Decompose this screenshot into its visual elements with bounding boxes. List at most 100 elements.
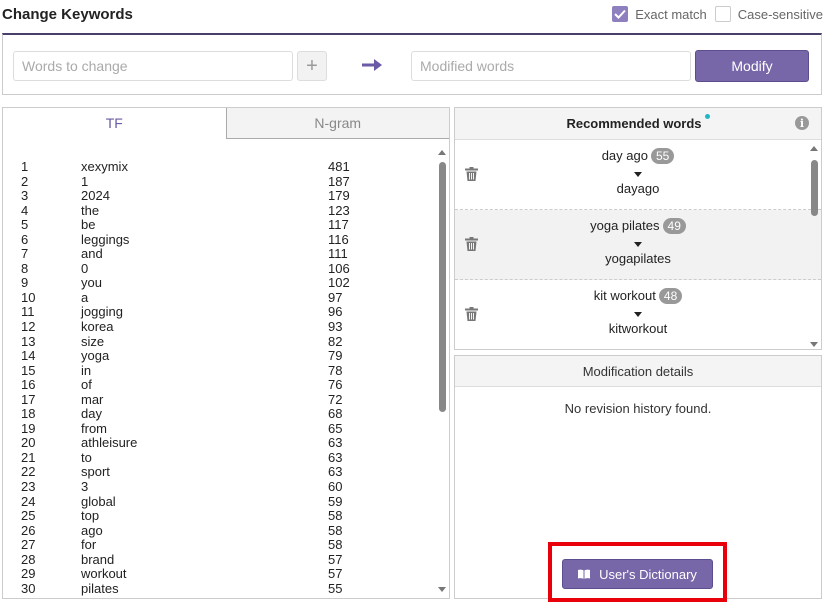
tf-row[interactable]: 25 top 58 bbox=[3, 509, 433, 524]
scroll-up-icon[interactable] bbox=[810, 146, 818, 151]
tf-row[interactable]: 10 a 97 bbox=[3, 290, 433, 306]
tf-rank: 23 bbox=[21, 479, 36, 495]
tf-word: top bbox=[81, 508, 100, 524]
tf-scrollbar[interactable] bbox=[437, 148, 447, 594]
tf-row[interactable]: 7 and 111 bbox=[3, 247, 433, 262]
tf-row[interactable]: 1 xexymix 481 bbox=[3, 160, 433, 175]
count-badge: 48 bbox=[658, 288, 683, 304]
recommended-item[interactable]: yoga pilates 49 yogapilates bbox=[455, 210, 821, 280]
scrollbar-thumb[interactable] bbox=[811, 160, 818, 216]
tf-word: brand bbox=[81, 551, 115, 567]
scroll-down-icon[interactable] bbox=[810, 342, 818, 347]
tf-count: 58 bbox=[328, 537, 343, 553]
tf-count: 102 bbox=[328, 275, 350, 291]
tab-ngram[interactable]: N-gram bbox=[225, 108, 449, 139]
tf-row[interactable]: 9 you 102 bbox=[3, 276, 433, 291]
tf-list: 1 xexymix 481 2 1 187 3 2024 179 4 the 123 5 be 117 6 le… bbox=[3, 160, 433, 596]
tf-row[interactable]: 2 1 187 bbox=[3, 173, 433, 190]
tf-count: 76 bbox=[328, 377, 343, 393]
recommended-words-panel: Recommended words i day ago 55 dayago yoga … bbox=[454, 107, 822, 350]
tf-count: 187 bbox=[328, 173, 350, 189]
tf-count: 481 bbox=[328, 159, 350, 174]
tf-row[interactable]: 11 jogging 96 bbox=[3, 305, 433, 320]
tf-row[interactable]: 19 from 65 bbox=[3, 420, 433, 437]
tf-word: from bbox=[81, 420, 107, 436]
tf-row[interactable]: 13 size 82 bbox=[3, 334, 433, 350]
recommended-item[interactable]: kit workout 48 kitworkout bbox=[455, 280, 821, 349]
tf-count: 57 bbox=[328, 551, 343, 567]
tf-row[interactable]: 30 pilates 55 bbox=[3, 581, 433, 597]
tf-row[interactable]: 23 3 60 bbox=[3, 480, 433, 495]
tf-row[interactable]: 17 mar 72 bbox=[3, 392, 433, 408]
tf-row[interactable]: 29 workout 57 bbox=[3, 567, 433, 582]
arrow-right-icon bbox=[362, 59, 382, 71]
tf-row[interactable]: 21 to 63 bbox=[3, 449, 433, 466]
tf-rank: 21 bbox=[21, 449, 36, 465]
tf-row[interactable]: 24 global 59 bbox=[3, 493, 433, 510]
case-sensitive-option[interactable]: Case-sensitive bbox=[714, 6, 823, 22]
tf-row[interactable]: 4 the 123 bbox=[3, 202, 433, 219]
tf-word: for bbox=[81, 537, 97, 553]
user-dictionary-button[interactable]: User's Dictionary bbox=[562, 559, 713, 589]
add-word-button[interactable]: + bbox=[297, 51, 327, 81]
tf-row[interactable]: 27 for 58 bbox=[3, 538, 433, 553]
count-badge: 55 bbox=[650, 148, 675, 164]
case-sensitive-checkbox[interactable] bbox=[714, 6, 731, 22]
tf-row[interactable]: 14 yoga 79 bbox=[3, 349, 433, 364]
scrollbar-thumb[interactable] bbox=[439, 162, 446, 412]
exact-match-option[interactable]: Exact match bbox=[612, 6, 707, 22]
recommended-item[interactable]: day ago 55 dayago bbox=[455, 140, 821, 210]
tf-row[interactable]: 3 2024 179 bbox=[3, 189, 433, 204]
tf-count: 63 bbox=[328, 449, 343, 465]
tf-word: to bbox=[81, 449, 92, 465]
tab-tf[interactable]: TF bbox=[3, 108, 226, 139]
tf-word: in bbox=[81, 362, 92, 378]
tf-rank: 1 bbox=[21, 159, 29, 174]
tf-rank: 28 bbox=[21, 551, 36, 567]
trash-icon[interactable] bbox=[465, 167, 478, 181]
scroll-up-icon[interactable] bbox=[438, 150, 446, 155]
tf-rank: 27 bbox=[21, 537, 36, 553]
case-sensitive-label: Case-sensitive bbox=[737, 6, 823, 22]
tf-count: 63 bbox=[328, 464, 343, 480]
tf-word: korea bbox=[81, 319, 114, 335]
modify-button[interactable]: Modify bbox=[695, 50, 809, 82]
exact-match-checkbox[interactable] bbox=[612, 6, 629, 22]
user-dictionary-label: User's Dictionary bbox=[599, 566, 697, 582]
words-to-change-input[interactable] bbox=[13, 51, 293, 81]
tf-row[interactable]: 22 sport 63 bbox=[3, 465, 433, 480]
tf-count: 123 bbox=[328, 202, 350, 218]
trash-icon[interactable] bbox=[465, 307, 478, 321]
recommended-original: day ago bbox=[601, 148, 648, 163]
empty-history-text: No revision history found. bbox=[564, 401, 712, 416]
tf-row[interactable]: 5 be 117 bbox=[3, 218, 433, 233]
tf-word: xexymix bbox=[81, 159, 128, 174]
tf-word: be bbox=[81, 217, 96, 233]
tf-row[interactable]: 16 of 76 bbox=[3, 378, 433, 393]
tf-row[interactable]: 28 brand 57 bbox=[3, 551, 433, 568]
tf-word: global bbox=[81, 493, 116, 509]
tf-row[interactable]: 12 korea 93 bbox=[3, 320, 433, 335]
info-icon[interactable]: i bbox=[795, 116, 809, 130]
tf-rank: 20 bbox=[21, 435, 36, 451]
tf-row[interactable]: 18 day 68 bbox=[3, 407, 433, 422]
tf-row[interactable]: 20 athleisure 63 bbox=[3, 436, 433, 451]
tf-rank: 12 bbox=[21, 319, 36, 335]
tf-row[interactable]: 8 0 106 bbox=[3, 260, 433, 277]
tf-word: 1 bbox=[81, 173, 89, 189]
recommended-suggestion: kitworkout bbox=[608, 321, 668, 336]
tf-word: 0 bbox=[81, 260, 89, 276]
tf-word: of bbox=[81, 377, 92, 393]
recommended-scrollbar[interactable] bbox=[809, 144, 819, 349]
count-badge: 49 bbox=[662, 218, 686, 234]
modified-words-input[interactable] bbox=[411, 51, 691, 81]
tf-row[interactable]: 15 in 78 bbox=[3, 362, 433, 379]
trash-icon[interactable] bbox=[465, 237, 478, 251]
scroll-down-icon[interactable] bbox=[438, 587, 446, 592]
recommended-original: yoga pilates bbox=[590, 218, 660, 233]
tf-word: ago bbox=[81, 522, 103, 538]
tf-count: 117 bbox=[328, 217, 349, 233]
tf-row[interactable]: 26 ago 58 bbox=[3, 522, 433, 539]
tf-row[interactable]: 6 leggings 116 bbox=[3, 232, 433, 248]
tf-count: 57 bbox=[328, 566, 343, 582]
